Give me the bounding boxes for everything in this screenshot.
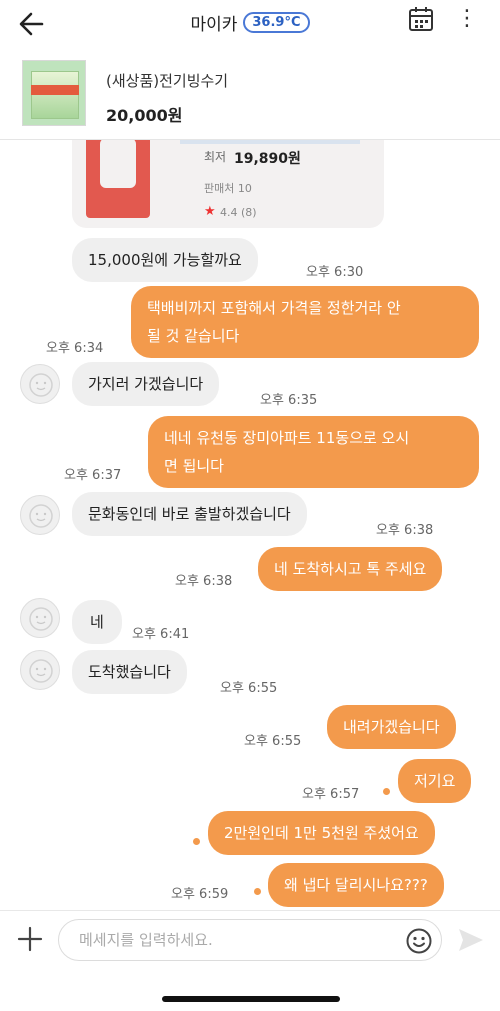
avatar[interactable]: [20, 650, 60, 690]
seller-count: 판매처 10: [204, 182, 252, 195]
message-time: 오후 6:35: [260, 393, 318, 408]
star-icon: ★: [204, 204, 216, 219]
message-input[interactable]: [79, 928, 399, 952]
emoji-icon: [406, 928, 432, 954]
home-indicator: [162, 996, 340, 1002]
message-outgoing[interactable]: 내려가겠습니다: [327, 705, 456, 749]
send-button[interactable]: [456, 925, 486, 955]
message-line: 면 됩니다: [164, 457, 224, 475]
avatar[interactable]: [20, 364, 60, 404]
message-incoming[interactable]: 문화동인데 바로 출발하겠습니다: [72, 492, 307, 536]
plus-icon: [17, 926, 43, 952]
lowest-price-label: 최저: [204, 150, 227, 164]
message-outgoing[interactable]: 왜 냅다 달리시나요???: [268, 863, 444, 907]
user-avatar-icon: [29, 659, 53, 683]
manner-temperature-badge: 36.9°C: [243, 11, 310, 33]
rating: 4.4 (8): [220, 206, 257, 219]
chat-header: 마이카 36.9°C ⋮: [0, 0, 500, 48]
message-time: 오후 6:30: [306, 265, 364, 280]
unread-dot: [193, 838, 200, 845]
message-outgoing[interactable]: 택배비까지 포함해서 가격을 정한거라 안 될 것 같습니다: [131, 286, 479, 358]
message-incoming[interactable]: 가지러 가겠습니다: [72, 362, 220, 406]
message-line: 네네 유천동 장미아파트 11동으로 오시: [164, 429, 410, 447]
thumbnail-band: [31, 85, 79, 95]
attach-button[interactable]: [14, 923, 46, 955]
message-outgoing[interactable]: 네 도착하시고 톡 주세요: [258, 547, 443, 591]
lowest-price: 19,890원: [234, 151, 301, 167]
unread-dot: [254, 888, 261, 895]
page-title: 마이카: [190, 14, 238, 35]
avatar[interactable]: [20, 495, 60, 535]
calendar-button[interactable]: [406, 4, 436, 34]
message-time: 오후 6:37: [64, 468, 122, 483]
user-avatar-icon: [29, 373, 53, 397]
message-time: 오후 6:38: [175, 574, 233, 589]
message-time: 오후 6:59: [171, 887, 229, 902]
message-incoming[interactable]: 네: [72, 600, 122, 644]
message-outgoing[interactable]: 네네 유천동 장미아파트 11동으로 오시 면 됩니다: [148, 416, 479, 488]
message-incoming[interactable]: 15,000원에 가능할까요: [72, 238, 258, 282]
message-outgoing[interactable]: 2만원인데 1만 5천원 주셨어요: [208, 811, 435, 855]
product-bar[interactable]: (새상품)전기빙수기 20,000원: [0, 48, 500, 140]
more-button[interactable]: ⋮: [456, 2, 478, 36]
more-vertical-icon: ⋮: [456, 6, 478, 31]
user-avatar-icon: [29, 607, 53, 631]
unread-dot: [383, 788, 390, 795]
message-time: 오후 6:55: [220, 681, 278, 696]
message-time: 오후 6:38: [376, 523, 434, 538]
message-line: 택배비까지 포함해서 가격을 정한거라 안: [147, 299, 401, 317]
message-line: 될 것 같습니다: [147, 327, 240, 345]
message-field[interactable]: [58, 919, 442, 961]
message-outgoing[interactable]: 저기요: [398, 759, 472, 803]
message-input-bar: [0, 910, 500, 970]
send-icon: [459, 929, 483, 951]
product-price: 20,000원: [106, 106, 183, 125]
product-photo-detail: [100, 140, 136, 188]
message-incoming[interactable]: 도착했습니다: [72, 650, 187, 694]
message-time: 오후 6:57: [302, 787, 360, 802]
thumbnail-box: [31, 71, 79, 119]
shared-image[interactable]: 최저 19,890원 판매처 10 ★ 4.4 (8): [72, 140, 384, 228]
avatar[interactable]: [20, 598, 60, 638]
message-time: 오후 6:41: [132, 627, 190, 642]
emoji-button[interactable]: [405, 927, 433, 955]
image-top-strip: [180, 140, 360, 144]
chat-area: 최저 19,890원 판매처 10 ★ 4.4 (8) 15,000원에 가능할…: [0, 140, 500, 910]
product-thumbnail[interactable]: [22, 60, 86, 126]
user-avatar-icon: [29, 504, 53, 528]
product-name: (새상품)전기빙수기: [106, 72, 229, 90]
calendar-icon: [409, 7, 433, 31]
message-time: 오후 6:34: [46, 341, 104, 356]
message-time: 오후 6:55: [244, 734, 302, 749]
